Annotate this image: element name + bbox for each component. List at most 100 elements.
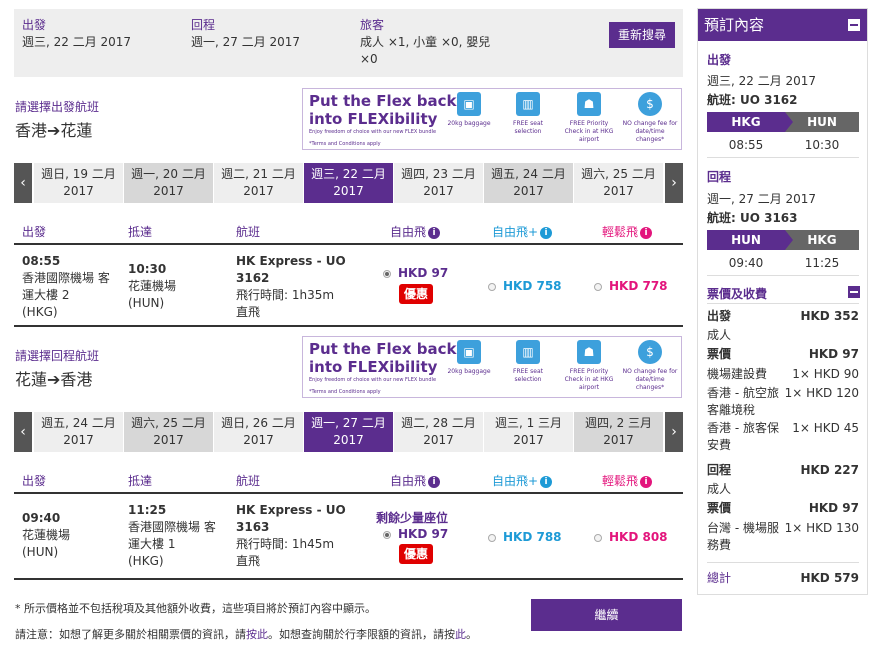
radio[interactable] xyxy=(594,282,602,291)
fare-max-option[interactable]: HKD 808 xyxy=(594,530,668,544)
col-arrive: 抵達 xyxy=(128,474,153,488)
banner-feature: ▥ FREE seat selection xyxy=(499,340,557,384)
route-to: 花蓮 xyxy=(60,121,93,140)
info-icon[interactable]: i xyxy=(428,475,441,488)
col-max: 輕鬆飛 i xyxy=(602,472,653,489)
fare-basic-option[interactable]: HKD 97 xyxy=(383,527,448,541)
info-icon[interactable]: i xyxy=(428,226,441,239)
info-icon[interactable]: i xyxy=(640,226,653,239)
outbound-route: 香港➔花蓮 xyxy=(15,117,92,141)
dep-info: 08:55 香港國際機場 客 運大樓 2 (HKG) xyxy=(22,254,110,319)
depart-summary: 出發 週三, 22 二月 2017 xyxy=(22,17,131,51)
seat-icon: ▥ xyxy=(516,92,540,116)
search-summary: 出發 週三, 22 二月 2017 回程 週一, 27 二月 2017 旅客 成… xyxy=(14,9,683,77)
no-fee-icon: $ xyxy=(638,92,662,116)
depart-value: 週三, 22 二月 2017 xyxy=(22,35,132,49)
info-icon[interactable]: i xyxy=(640,475,653,488)
baggage-info-link[interactable]: 此 xyxy=(455,628,466,641)
prev-dates-button[interactable]: ‹ xyxy=(14,163,32,203)
outbound-date-strip: ‹ 週日, 19 二月 2017 週一, 20 二月 2017 週二, 21 二月 2… xyxy=(14,163,683,203)
date-tab[interactable]: 週三, 1 三月 2017 xyxy=(484,412,573,452)
date-tab[interactable]: 週四, 2 三月 2017 xyxy=(574,412,663,452)
route-arrow-icon xyxy=(785,112,793,132)
date-tab[interactable]: 週五, 24 二月 2017 xyxy=(484,163,573,203)
tax-note: * 所示價格並不包括稅項及其他額外收費，這些項目將於預訂內容中顯示。 xyxy=(15,602,376,615)
banner-title: Put the Flex back into FLEXibility xyxy=(309,340,457,376)
route-arrow-icon xyxy=(785,230,793,250)
priority-checkin-icon: ☗ xyxy=(577,340,601,364)
out-route-bar: HKG HUN xyxy=(707,112,859,132)
banner-feature: ▣ 20kg baggage xyxy=(440,92,498,128)
date-tab[interactable]: 週日, 19 二月 2017 xyxy=(34,163,123,203)
inbound-route: 花蓮➔香港 xyxy=(15,366,92,390)
banner-title: Put the Flex back into FLEXibility xyxy=(309,92,457,128)
date-tab-selected[interactable]: 週三, 22 二月 2017 xyxy=(304,163,393,203)
luggage-icon: ▣ xyxy=(457,340,481,364)
next-dates-button[interactable]: › xyxy=(665,412,683,452)
date-tab[interactable]: 週六, 25 二月 2017 xyxy=(574,163,663,203)
depart-label: 出發 xyxy=(22,18,47,32)
out-label: 出發 xyxy=(707,53,732,67)
deal-badge: 優惠 xyxy=(399,544,433,564)
date-tab[interactable]: 週日, 26 二月 2017 xyxy=(214,412,303,452)
info-note: 請注意：如想了解更多關於相關票價的資訊，請按此。如想查詢關於行李限額的資訊，請按… xyxy=(15,628,477,641)
radio[interactable] xyxy=(488,282,496,291)
few-seats-notice: 剩餘少量座位 xyxy=(376,511,449,525)
info-icon[interactable]: i xyxy=(540,475,553,488)
continue-button[interactable]: 繼續 xyxy=(531,599,682,631)
date-tab[interactable]: 週四, 23 二月 2017 xyxy=(394,163,483,203)
col-plus: 自由飛+ i xyxy=(492,472,553,489)
date-tab[interactable]: 週二, 28 二月 2017 xyxy=(394,412,483,452)
date-tab[interactable]: 週一, 20 二月 2017 xyxy=(124,163,213,203)
route-from: 花蓮 xyxy=(15,370,48,389)
fare-max-option[interactable]: HKD 778 xyxy=(594,279,668,293)
radio-selected[interactable] xyxy=(383,530,391,539)
ret-date: 週一, 27 二月 2017 xyxy=(707,192,817,206)
col-flight: 航班 xyxy=(236,474,261,488)
fare-basic-option[interactable]: HKD 97 xyxy=(383,266,448,280)
date-tab[interactable]: 週五, 24 二月 2017 xyxy=(34,412,123,452)
col-arrive: 抵達 xyxy=(128,225,153,239)
inbound-table-header: 出發 抵達 航班 自由飛 i 自由飛+ i 輕鬆飛 i xyxy=(14,466,683,494)
radio[interactable] xyxy=(594,533,602,542)
flight-info: HK Express - UO 3163 飛行時間: 1h45m 直飛 xyxy=(236,503,346,568)
info-icon[interactable]: i xyxy=(540,226,553,239)
radio[interactable] xyxy=(488,533,496,542)
radio-selected[interactable] xyxy=(383,269,391,278)
out-date: 週三, 22 二月 2017 xyxy=(707,74,817,88)
ret-route-bar: HUN HKG xyxy=(707,230,859,250)
research-button[interactable]: 重新搜尋 xyxy=(609,22,675,48)
banner-feature: ▥ FREE seat selection xyxy=(499,92,557,136)
ret-label: 回程 xyxy=(707,170,732,184)
banner-feature: $ NO change fee for date/time changes* xyxy=(621,92,679,144)
side-panel-header: 預訂內容 xyxy=(698,9,867,41)
date-tab[interactable]: 週二, 21 二月 2017 xyxy=(214,163,303,203)
collapse-icon[interactable] xyxy=(848,286,860,298)
arrow-right-icon: ➔ xyxy=(47,370,61,389)
out-arr-time: 10:30 xyxy=(804,138,840,152)
col-flight: 航班 xyxy=(236,225,261,239)
out-flight: 航班: UO 3162 xyxy=(707,93,798,107)
col-basic: 自由飛 i xyxy=(390,223,441,240)
banner-feature: ▣ 20kg baggage xyxy=(440,340,498,376)
banner-feature: ☗ FREE Priority Check in at HKG airport xyxy=(560,92,618,144)
inbound-flight-row: 09:40 花蓮機場 (HUN) 11:25 香港國際機場 客 運大樓 1 (H… xyxy=(14,496,683,580)
outbound-section-title: 請選擇出發航班 xyxy=(15,100,100,114)
route-from: 香港 xyxy=(15,121,48,140)
flex-banner[interactable]: Put the Flex back into FLEXibility Enjoy … xyxy=(302,88,682,150)
date-tab[interactable]: 週六, 25 二月 2017 xyxy=(124,412,213,452)
divider xyxy=(707,562,859,563)
out-dep-time: 08:55 xyxy=(728,138,764,152)
banner-subtitle: Enjoy freedom of choice with our new FLE… xyxy=(309,129,437,147)
booking-summary-panel: 預訂內容 出發 週三, 22 二月 2017 航班: UO 3162 HKG H… xyxy=(697,8,868,595)
flex-banner[interactable]: Put the Flex back into FLEXibility Enjoy … xyxy=(302,336,682,398)
ret-arr-time: 11:25 xyxy=(804,256,840,270)
prev-dates-button[interactable]: ‹ xyxy=(14,412,32,452)
fare-plus-option[interactable]: HKD 758 xyxy=(488,279,562,293)
fare-plus-option[interactable]: HKD 788 xyxy=(488,530,562,544)
collapse-icon[interactable] xyxy=(848,19,860,31)
next-dates-button[interactable]: › xyxy=(665,163,683,203)
outbound-flight-row: 08:55 香港國際機場 客 運大樓 2 (HKG) 10:30 花蓮機場 (H… xyxy=(14,247,683,327)
date-tab-selected[interactable]: 週一, 27 二月 2017 xyxy=(304,412,393,452)
fare-info-link[interactable]: 按此 xyxy=(246,628,268,641)
